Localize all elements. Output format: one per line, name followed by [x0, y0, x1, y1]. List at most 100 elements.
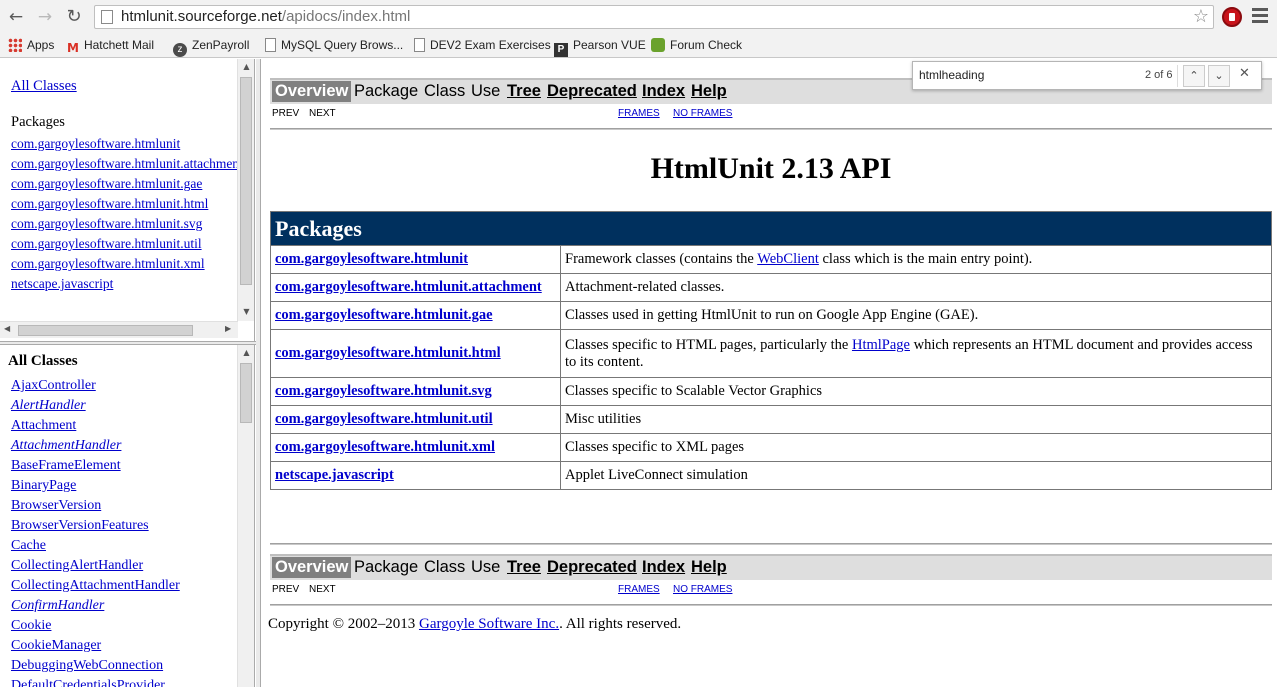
adblock-extension-icon[interactable] [1222, 7, 1242, 27]
class-link[interactable]: AjaxController [11, 378, 96, 393]
class-link[interactable]: BrowserVersionFeatures [11, 518, 149, 533]
nav-index-link[interactable]: Index [642, 558, 685, 577]
no-frames-link[interactable]: NO FRAMES [673, 584, 732, 595]
class-link[interactable]: AttachmentHandler [11, 438, 121, 453]
class-link[interactable]: CollectingAlertHandler [11, 558, 143, 573]
bookmark-mysql-query-browser[interactable]: MySQL Query Brows... [265, 38, 403, 52]
scroll-down-arrow-icon[interactable]: ▼ [238, 307, 254, 316]
class-link[interactable]: Cookie [11, 618, 51, 633]
package-link[interactable]: com.gargoylesoftware.htmlunit.html [275, 345, 501, 361]
find-match-count: 2 of 6 [1145, 69, 1173, 81]
url-text[interactable]: htmlunit.sourceforge.net/apidocs/index.h… [121, 8, 410, 25]
bookmark-apps[interactable]: Apps [8, 38, 54, 52]
package-link[interactable]: com.gargoylesoftware.htmlunit.gae [275, 307, 493, 323]
package-link[interactable]: com.gargoylesoftware.htmlunit.html [11, 196, 208, 211]
bookmark-label: Hatchett Mail [83, 38, 154, 52]
bookmark-hatchett-mail[interactable]: M Hatchett Mail [67, 38, 154, 55]
table-row: com.gargoylesoftware.htmlunit.attachment… [270, 273, 1272, 302]
scrollbar-thumb[interactable] [240, 363, 252, 423]
bookmark-label: Pearson VUE [573, 38, 646, 52]
all-classes-link[interactable]: All Classes [11, 78, 77, 95]
package-frame-vertical-scrollbar[interactable]: ▲ ▼ [237, 59, 254, 321]
package-link[interactable]: com.gargoylesoftware.htmlunit [275, 251, 468, 267]
package-link[interactable]: com.gargoylesoftware.htmlunit.attachment [11, 156, 243, 171]
nav-index-link[interactable]: Index [642, 82, 685, 101]
scrollbar-thumb[interactable] [18, 325, 193, 336]
browser-toolbar: ← → ↻ htmlunit.sourceforge.net/apidocs/i… [0, 0, 1277, 34]
package-link[interactable]: com.gargoylesoftware.htmlunit.util [275, 411, 493, 427]
nav-use: Use [471, 558, 501, 576]
class-link[interactable]: Attachment [11, 418, 76, 433]
package-link[interactable]: com.gargoylesoftware.htmlunit.svg [11, 216, 202, 231]
frames-link[interactable]: FRAMES [618, 584, 660, 595]
htmlpage-link[interactable]: HtmlPage [852, 337, 910, 353]
scroll-right-arrow-icon[interactable]: ▶ [225, 324, 231, 333]
bookmark-label: Apps [27, 38, 55, 52]
package-description: Attachment-related classes. [560, 273, 1272, 302]
scroll-up-arrow-icon[interactable]: ▲ [238, 348, 254, 357]
package-frame-horizontal-scrollbar[interactable]: ◀ ▶ [0, 321, 238, 338]
reload-icon[interactable]: ↻ [63, 6, 85, 28]
package-link[interactable]: com.gargoylesoftware.htmlunit.svg [275, 383, 492, 399]
frames-link[interactable]: FRAMES [618, 108, 660, 119]
table-row: com.gargoylesoftware.htmlunit.html Classe… [270, 329, 1272, 378]
nav-deprecated-link[interactable]: Deprecated [547, 82, 637, 101]
class-link[interactable]: AlertHandler [11, 398, 86, 413]
no-frames-link[interactable]: NO FRAMES [673, 108, 732, 119]
package-link[interactable]: com.gargoylesoftware.htmlunit.attachment [275, 279, 542, 295]
back-arrow-icon[interactable]: ← [5, 6, 27, 28]
scrollbar-thumb[interactable] [240, 77, 252, 285]
class-link[interactable]: Cache [11, 538, 46, 553]
frame-splitter-vertical[interactable] [256, 59, 261, 687]
package-link[interactable]: com.gargoylesoftware.htmlunit.util [11, 236, 202, 251]
class-link[interactable]: ConfirmHandler [11, 598, 104, 613]
scroll-left-arrow-icon[interactable]: ◀ [4, 324, 10, 333]
find-input[interactable] [919, 68, 1129, 82]
class-frame-vertical-scrollbar[interactable]: ▲ [237, 345, 254, 687]
find-divider [1177, 65, 1178, 87]
package-list: com.gargoylesoftware.htmlunit com.gargoy… [11, 134, 243, 294]
close-icon[interactable]: ✕ [1239, 66, 1250, 81]
bookmark-forum-check[interactable]: Forum Check [651, 38, 742, 52]
class-link[interactable]: CollectingAttachmentHandler [11, 578, 180, 593]
package-link[interactable]: com.gargoylesoftware.htmlunit.gae [11, 176, 202, 191]
bookmark-pearson-vue[interactable]: P Pearson VUE [554, 38, 646, 57]
webclient-link[interactable]: WebClient [757, 251, 819, 267]
package-link[interactable]: netscape.javascript [11, 276, 113, 291]
chevron-down-icon[interactable]: ⌄ [1208, 65, 1230, 87]
class-link[interactable]: BaseFrameElement [11, 458, 121, 473]
package-link[interactable]: netscape.javascript [275, 467, 394, 483]
class-link[interactable]: BrowserVersion [11, 498, 101, 513]
class-link[interactable]: DebuggingWebConnection [11, 658, 163, 673]
table-row: com.gargoylesoftware.htmlunit Framework c… [270, 245, 1272, 274]
packages-table-heading: Packages [270, 211, 1272, 246]
chevron-up-icon[interactable]: ⌃ [1183, 65, 1205, 87]
packages-table: Packages com.gargoylesoftware.htmlunit Fr… [270, 211, 1272, 490]
package-link[interactable]: com.gargoylesoftware.htmlunit [11, 136, 180, 151]
bookmark-star-icon[interactable]: ☆ [1193, 6, 1209, 27]
menu-icon[interactable] [1252, 8, 1268, 26]
nav-help-link[interactable]: Help [691, 82, 727, 101]
next-label: NEXT [309, 108, 336, 119]
nav-package: Package [354, 558, 419, 576]
bookmark-zenpayroll[interactable]: z ZenPayroll [173, 38, 249, 57]
gargoyle-software-link[interactable]: Gargoyle Software Inc. [419, 616, 559, 632]
nav-help-link[interactable]: Help [691, 558, 727, 577]
nav-tree-link[interactable]: Tree [507, 82, 541, 101]
table-row: com.gargoylesoftware.htmlunit.svg Classes… [270, 377, 1272, 406]
address-bar[interactable]: htmlunit.sourceforge.net/apidocs/index.h… [94, 5, 1214, 29]
scroll-up-arrow-icon[interactable]: ▲ [238, 62, 254, 71]
nav-deprecated-link[interactable]: Deprecated [547, 558, 637, 577]
find-bar: 2 of 6 ⌃ ⌄ ✕ [912, 61, 1262, 90]
bookmark-dev2-exam-exercises[interactable]: DEV2 Exam Exercises [414, 38, 551, 52]
class-link[interactable]: BinaryPage [11, 478, 76, 493]
prev-label: PREV [272, 584, 300, 595]
package-link[interactable]: com.gargoylesoftware.htmlunit.xml [11, 256, 205, 271]
table-row: com.gargoylesoftware.htmlunit.gae Classes… [270, 301, 1272, 330]
class-link[interactable]: DefaultCredentialsProvider [11, 678, 165, 687]
forward-arrow-icon[interactable]: → [34, 6, 56, 28]
nav-tree-link[interactable]: Tree [507, 558, 541, 577]
package-link[interactable]: com.gargoylesoftware.htmlunit.xml [275, 439, 495, 455]
page-icon [265, 38, 276, 52]
class-link[interactable]: CookieManager [11, 638, 101, 653]
